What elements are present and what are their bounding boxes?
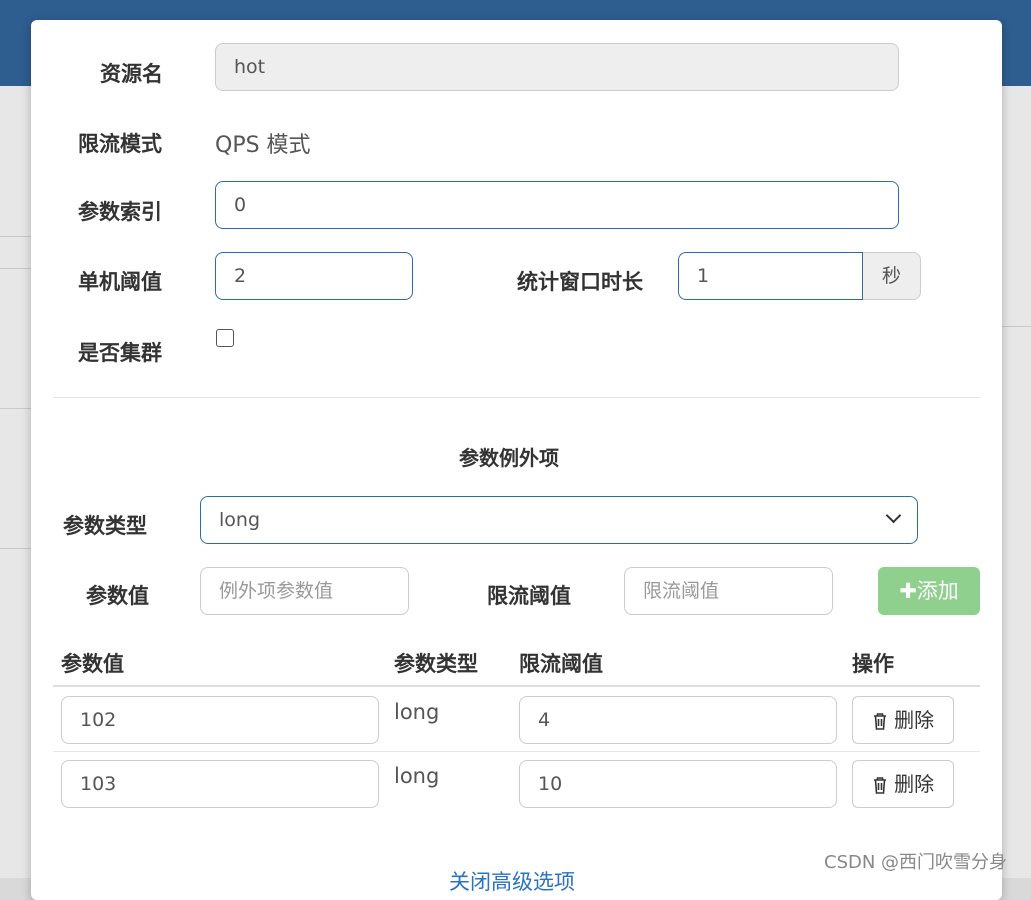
row-type: long <box>394 700 440 724</box>
trash-icon <box>872 708 888 732</box>
threshold-input[interactable]: 2 <box>215 252 413 300</box>
backdrop-divider <box>0 408 31 409</box>
param-type-select[interactable]: long <box>200 496 918 544</box>
backdrop-right <box>1002 86 1031 878</box>
param-index-label: 参数索引 <box>78 200 162 224</box>
backdrop-divider <box>0 268 31 269</box>
resource-name-label: 资源名 <box>100 62 163 86</box>
add-button-label: 添加 <box>916 579 959 603</box>
param-value-label: 参数值 <box>86 584 149 608</box>
row-value-input[interactable]: 102 <box>61 696 379 744</box>
delete-row-button[interactable]: 删除 <box>852 760 954 808</box>
limit-threshold-input[interactable]: 限流阈值 <box>624 567 833 615</box>
limit-threshold-label: 限流阈值 <box>487 584 571 608</box>
table-header-divider <box>53 685 980 687</box>
backdrop-divider <box>0 548 31 549</box>
cluster-label: 是否集群 <box>78 341 162 365</box>
exception-section-title: 参数例外项 <box>459 446 559 470</box>
col-header-value: 参数值 <box>61 652 124 676</box>
stat-window-label: 统计窗口时长 <box>517 270 643 294</box>
table-row-divider <box>53 751 980 752</box>
flow-mode-label: 限流模式 <box>78 132 162 156</box>
row-type: long <box>394 764 440 788</box>
delete-row-button[interactable]: 删除 <box>852 696 954 744</box>
backdrop-left <box>0 86 31 878</box>
backdrop-divider <box>0 236 31 237</box>
param-flow-rule-dialog: 资源名 hot 限流模式 QPS 模式 参数索引 0 单机阈值 2 统计窗口时长… <box>31 20 1002 900</box>
threshold-label: 单机阈值 <box>78 270 162 294</box>
stat-window-input[interactable]: 1 <box>678 252 863 300</box>
chevron-down-icon <box>885 507 902 524</box>
resource-name-input[interactable]: hot <box>215 43 899 91</box>
cluster-checkbox[interactable] <box>216 329 234 347</box>
row-value-input[interactable]: 103 <box>61 760 379 808</box>
col-header-type: 参数类型 <box>394 652 478 676</box>
add-exception-button[interactable]: ✚添加 <box>878 567 980 615</box>
row-limit-input[interactable]: 10 <box>519 760 837 808</box>
param-index-input[interactable]: 0 <box>215 181 899 229</box>
watermark: CSDN @西门吹雪分身 <box>824 852 1008 873</box>
trash-icon <box>872 772 888 796</box>
flow-mode-value: QPS 模式 <box>215 133 311 158</box>
param-type-label: 参数类型 <box>63 514 147 538</box>
stat-window-unit: 秒 <box>863 252 921 300</box>
col-header-action: 操作 <box>852 652 894 676</box>
col-header-limit: 限流阈值 <box>519 652 603 676</box>
param-type-selected: long <box>219 509 261 531</box>
param-value-input[interactable]: 例外项参数值 <box>200 567 409 615</box>
section-divider <box>53 397 980 398</box>
delete-label: 删除 <box>894 772 935 796</box>
delete-label: 删除 <box>894 708 935 732</box>
close-advanced-options-link[interactable]: 关闭高级选项 <box>449 866 575 896</box>
plus-icon: ✚ <box>899 579 917 603</box>
row-limit-input[interactable]: 4 <box>519 696 837 744</box>
backdrop-divider <box>1002 326 1031 327</box>
